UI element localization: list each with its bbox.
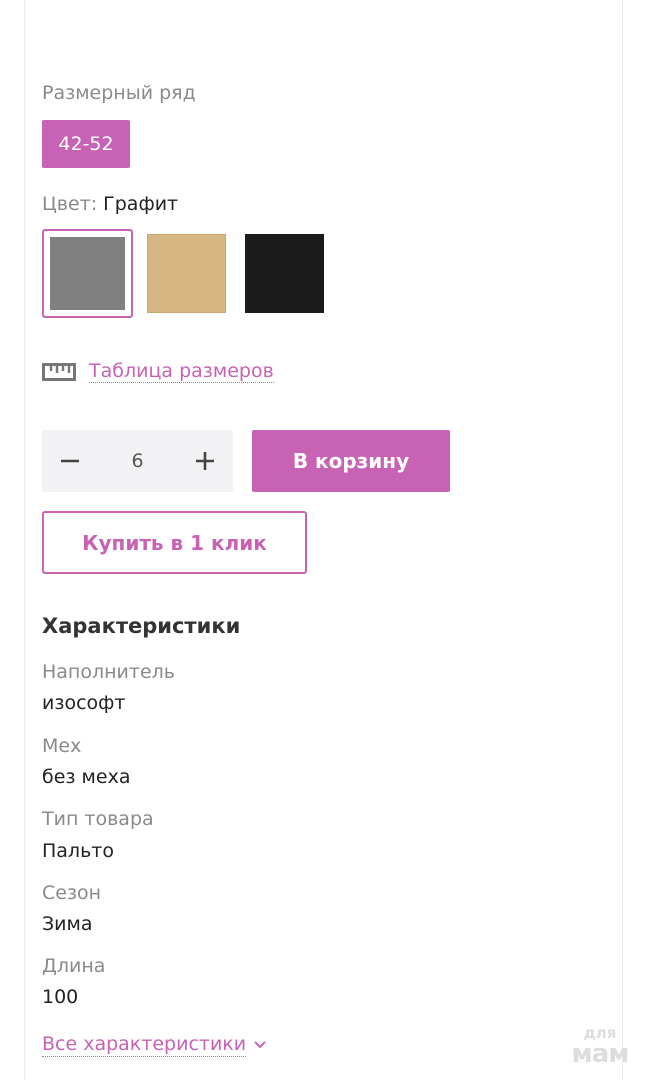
quantity-increase-button[interactable] — [177, 430, 233, 492]
swatch-fill — [245, 234, 324, 313]
quantity-decrease-button[interactable] — [42, 430, 98, 492]
spec-name: Наполнитель — [42, 661, 175, 683]
size-range-label: Размерный ряд — [42, 82, 196, 104]
size-option-chip[interactable]: 42-52 — [42, 120, 130, 168]
card-border — [622, 0, 623, 1080]
color-swatch-beige[interactable] — [147, 234, 226, 313]
spec-value: без меха — [42, 766, 131, 788]
swatch-fill — [50, 237, 125, 310]
color-label-row: Цвет: Графит — [42, 195, 178, 214]
color-swatch-graphite[interactable] — [42, 229, 133, 318]
all-specs-link[interactable]: Все характеристики — [42, 1034, 247, 1057]
card-border — [24, 0, 25, 1080]
swatch-fill — [147, 234, 226, 313]
spec-value: изософт — [42, 692, 126, 714]
watermark-logo: для мам — [560, 1026, 640, 1070]
buy-one-click-button[interactable]: Купить в 1 клик — [42, 511, 307, 574]
minus-icon — [61, 459, 79, 463]
spec-name: Длина — [42, 955, 106, 977]
spec-value: 100 — [42, 986, 79, 1008]
product-options-page: Размерный ряд 42-52 Цвет: Графит Таблица… — [0, 0, 648, 1080]
spec-value: Пальто — [42, 840, 114, 862]
size-table-row[interactable]: Таблица размеров — [42, 358, 274, 386]
specs-title: Характеристики — [42, 614, 241, 638]
spec-name: Сезон — [42, 882, 102, 904]
add-to-cart-button[interactable]: В корзину — [252, 430, 450, 492]
plus-icon — [196, 452, 214, 470]
quantity-stepper: 6 — [42, 430, 233, 492]
ruler-icon — [42, 363, 76, 381]
quantity-value[interactable]: 6 — [98, 430, 177, 492]
all-specs-row[interactable]: Все характеристики — [42, 1034, 267, 1057]
spec-name: Тип товара — [42, 808, 154, 830]
watermark-line: мам — [571, 1039, 629, 1069]
color-selected-name: Графит — [103, 193, 179, 215]
color-swatch-black[interactable] — [245, 234, 324, 313]
spec-value: Зима — [42, 913, 93, 935]
size-table-link[interactable]: Таблица размеров — [89, 360, 274, 384]
chevron-down-icon — [254, 1041, 266, 1049]
color-label: Цвет: — [42, 193, 98, 215]
spec-name: Мех — [42, 735, 82, 757]
